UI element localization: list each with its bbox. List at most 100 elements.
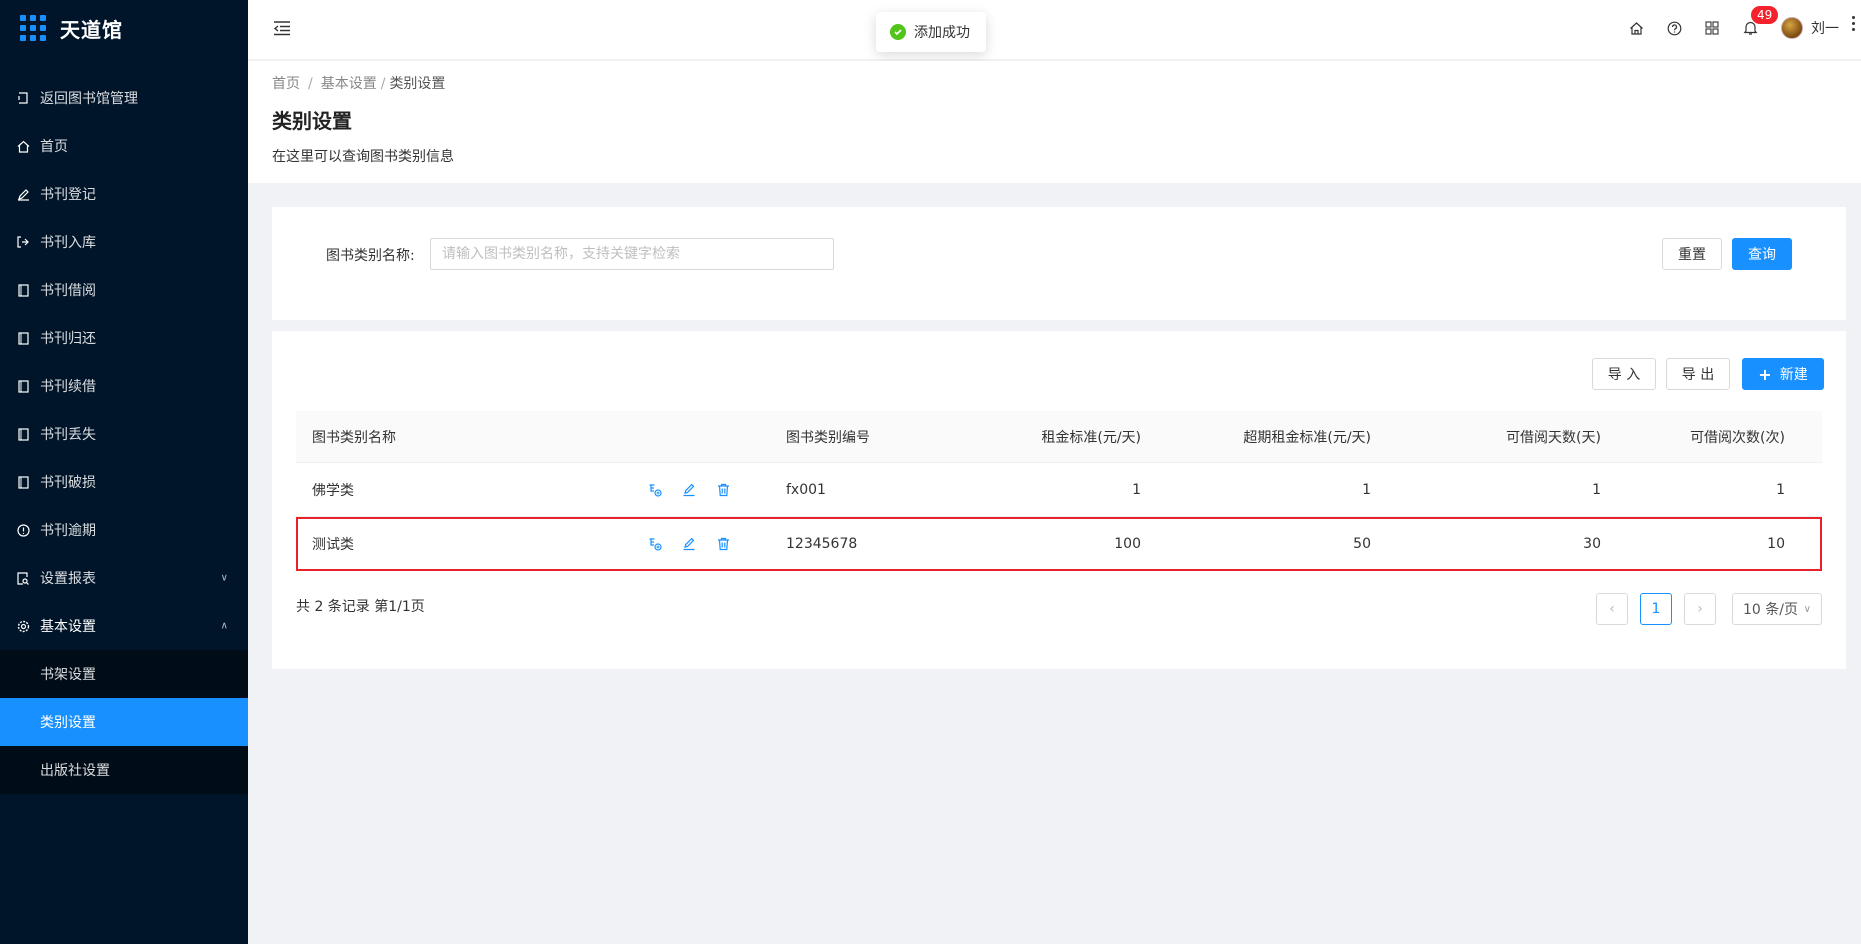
chevron-up-icon: ∧ bbox=[220, 620, 228, 632]
reset-button[interactable]: 重置 bbox=[1662, 238, 1722, 270]
sidebar-item-lost[interactable]: 书刊丢失 bbox=[0, 410, 248, 458]
cell-name: 佛学类 bbox=[312, 482, 354, 499]
pagination: ‹ 1 › 10 条/页 ∨ bbox=[1596, 593, 1822, 625]
col-name: 图书类别名称 bbox=[312, 429, 396, 446]
toast-message: 添加成功 bbox=[914, 25, 970, 41]
add-child-icon[interactable] bbox=[646, 535, 664, 553]
table-header: 图书类别名称 图书类别编号 租金标准(元/天) 超期租金标准(元/天) 可借阅天… bbox=[296, 411, 1822, 463]
edit-icon[interactable] bbox=[680, 535, 698, 553]
cell-overdue: 1 bbox=[1362, 481, 1371, 498]
import-icon bbox=[16, 235, 30, 249]
more-vertical-icon[interactable] bbox=[1852, 16, 1855, 31]
search-label: 图书类别名称: bbox=[326, 248, 415, 264]
cell-name: 测试类 bbox=[312, 536, 354, 553]
book-icon bbox=[16, 283, 30, 297]
notification-badge: 49 bbox=[1751, 6, 1779, 24]
chevron-down-icon: ∨ bbox=[1803, 603, 1811, 615]
prev-page-button[interactable]: ‹ bbox=[1596, 593, 1628, 625]
user-menu[interactable]: 刘一 bbox=[1781, 17, 1839, 39]
col-code: 图书类别编号 bbox=[786, 429, 870, 446]
sidebar-item-label: 出版社设置 bbox=[40, 763, 110, 779]
book-icon bbox=[16, 379, 30, 393]
sidebar-item-back[interactable]: 返回图书馆管理 bbox=[0, 74, 248, 122]
sidebar-item-shelf-settings[interactable]: 书架设置 bbox=[0, 650, 248, 698]
plus-icon: + bbox=[1758, 364, 1772, 384]
sidebar-item-label: 基本设置 bbox=[40, 619, 96, 635]
back-icon bbox=[16, 91, 30, 105]
bell-icon[interactable]: 49 bbox=[1731, 0, 1779, 56]
sidebar-item-home[interactable]: 首页 bbox=[0, 122, 248, 170]
apps-grid-icon bbox=[20, 15, 46, 41]
new-button-label: 新建 bbox=[1779, 367, 1808, 383]
sidebar-item-return[interactable]: 书刊归还 bbox=[0, 314, 248, 362]
logo[interactable]: 天道馆 bbox=[0, 0, 248, 56]
sidebar-item-label: 书刊逾期 bbox=[40, 523, 96, 539]
sidebar-item-label: 返回图书馆管理 bbox=[40, 91, 138, 107]
avatar bbox=[1781, 17, 1803, 39]
book-icon bbox=[16, 427, 30, 441]
query-button[interactable]: 查询 bbox=[1732, 238, 1792, 270]
export-button[interactable]: 导 出 bbox=[1666, 358, 1730, 390]
sidebar-item-label: 类别设置 bbox=[40, 715, 96, 731]
sidebar-item-report[interactable]: 设置报表 ∨ bbox=[0, 554, 248, 602]
sidebar-item-label: 书刊借阅 bbox=[40, 283, 96, 299]
menu-fold-icon[interactable] bbox=[272, 18, 292, 38]
page-description: 在这里可以查询图书类别信息 bbox=[272, 149, 454, 165]
sidebar: 天道馆 返回图书馆管理 首页 书刊登记 书刊入库 书刊借阅 书刊归还 书刊续借 … bbox=[0, 0, 248, 944]
sidebar-item-label: 书刊丢失 bbox=[40, 427, 96, 443]
sidebar-item-basic-settings[interactable]: 基本设置 ∧ bbox=[0, 602, 248, 650]
sidebar-item-label: 书刊破损 bbox=[40, 475, 96, 491]
page-1-button[interactable]: 1 bbox=[1640, 593, 1672, 625]
import-button[interactable]: 导 入 bbox=[1592, 358, 1656, 390]
home-icon[interactable] bbox=[1617, 0, 1655, 56]
table-card: 导 入 导 出 + 新建 图书类别名称 图书类别编号 租金标准(元/天) 超期租… bbox=[272, 331, 1846, 669]
apps-icon[interactable] bbox=[1693, 0, 1731, 56]
sidebar-item-renew[interactable]: 书刊续借 bbox=[0, 362, 248, 410]
sidebar-item-category-settings[interactable]: 类别设置 bbox=[0, 698, 248, 746]
sidebar-item-damaged[interactable]: 书刊破损 bbox=[0, 458, 248, 506]
cell-code: fx001 bbox=[786, 481, 826, 498]
home-icon bbox=[16, 139, 30, 153]
breadcrumb-basic-settings[interactable]: 基本设置 bbox=[321, 76, 377, 92]
record-summary: 共 2 条记录 第1/1页 bbox=[296, 599, 425, 615]
breadcrumb-current: 类别设置 bbox=[389, 76, 446, 92]
page-size-select[interactable]: 10 条/页 ∨ bbox=[1732, 593, 1822, 625]
sidebar-item-label: 设置报表 bbox=[40, 571, 96, 587]
info-icon bbox=[16, 523, 30, 537]
check-circle-icon bbox=[890, 24, 906, 40]
username: 刘一 bbox=[1811, 21, 1839, 37]
breadcrumb-home[interactable]: 首页 bbox=[272, 76, 300, 92]
breadcrumb: 首页 / 基本设置 / 类别设置 bbox=[272, 76, 446, 92]
book-icon bbox=[16, 475, 30, 489]
search-input[interactable] bbox=[430, 238, 834, 270]
col-days: 可借阅天数(天) bbox=[1506, 429, 1601, 446]
sidebar-item-label: 书刊登记 bbox=[40, 187, 96, 203]
sidebar-item-publisher-settings[interactable]: 出版社设置 bbox=[0, 746, 248, 794]
col-rent: 租金标准(元/天) bbox=[1041, 429, 1141, 446]
search-card: 图书类别名称: 重置 查询 bbox=[272, 207, 1846, 320]
sidebar-item-label: 书刊入库 bbox=[40, 235, 96, 251]
sidebar-menu: 返回图书馆管理 首页 书刊登记 书刊入库 书刊借阅 书刊归还 书刊续借 书刊丢失… bbox=[0, 74, 248, 794]
cell-times: 1 bbox=[1776, 481, 1785, 498]
page-size-value: 10 条/页 bbox=[1743, 602, 1798, 618]
chevron-left-icon: ‹ bbox=[1609, 601, 1615, 617]
gear-icon bbox=[16, 619, 30, 633]
pen-icon bbox=[16, 187, 30, 201]
delete-icon[interactable] bbox=[714, 481, 732, 499]
sidebar-item-borrow[interactable]: 书刊借阅 bbox=[0, 266, 248, 314]
table-row: 测试类 12345678 100 50 30 10 bbox=[296, 517, 1822, 571]
sidebar-item-label: 书架设置 bbox=[40, 667, 96, 683]
new-button[interactable]: + 新建 bbox=[1742, 358, 1824, 390]
add-child-icon[interactable] bbox=[646, 481, 664, 499]
next-page-button[interactable]: › bbox=[1684, 593, 1716, 625]
cell-overdue: 50 bbox=[1353, 535, 1371, 552]
sidebar-item-overdue[interactable]: 书刊逾期 bbox=[0, 506, 248, 554]
sidebar-item-stock-in[interactable]: 书刊入库 bbox=[0, 218, 248, 266]
sidebar-item-label: 书刊归还 bbox=[40, 331, 96, 347]
cell-days: 30 bbox=[1583, 535, 1601, 552]
cell-rent: 1 bbox=[1132, 481, 1141, 498]
delete-icon[interactable] bbox=[714, 535, 732, 553]
sidebar-item-register[interactable]: 书刊登记 bbox=[0, 170, 248, 218]
help-icon[interactable] bbox=[1655, 0, 1693, 56]
edit-icon[interactable] bbox=[680, 481, 698, 499]
